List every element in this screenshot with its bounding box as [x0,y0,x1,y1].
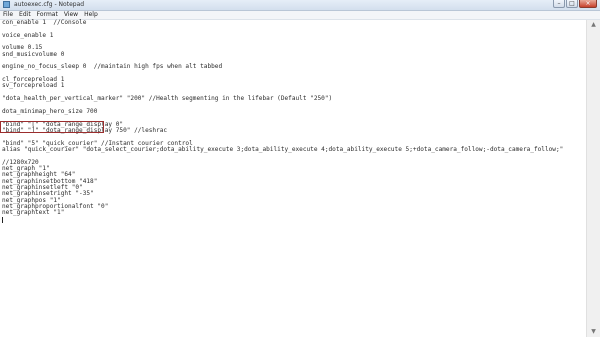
close-button[interactable]: × [579,0,597,8]
window-title: autoexec.cfg - Notepad [14,1,85,8]
minimize-button[interactable]: – [553,0,565,8]
highlight-box [0,121,104,133]
menu-view[interactable]: View [61,11,81,19]
notepad-window: autoexec.cfg - Notepad – □ × File Edit F… [0,0,600,337]
maximize-button[interactable]: □ [566,0,578,8]
menu-bar: File Edit Format View Help [0,11,600,20]
text-editor[interactable]: con_enable 1 //Console voice_enable 1 volu… [0,19,586,337]
vertical-scrollbar[interactable]: ▲ ▼ [586,20,600,337]
scroll-down-arrow-icon[interactable]: ▼ [589,328,598,336]
menu-help[interactable]: Help [81,11,101,19]
window-controls: – □ × [553,0,597,9]
editor-line: alias "quick_courier" "dota_select_couri… [2,145,564,153]
notepad-icon [3,1,10,8]
text-caret [2,216,3,223]
title-bar[interactable]: autoexec.cfg - Notepad – □ × [0,0,600,11]
menu-file[interactable]: File [0,11,16,19]
caret-line [2,216,586,223]
scroll-up-arrow-icon[interactable]: ▲ [589,21,598,29]
menu-edit[interactable]: Edit [16,11,34,19]
menu-format[interactable]: Format [34,11,61,19]
